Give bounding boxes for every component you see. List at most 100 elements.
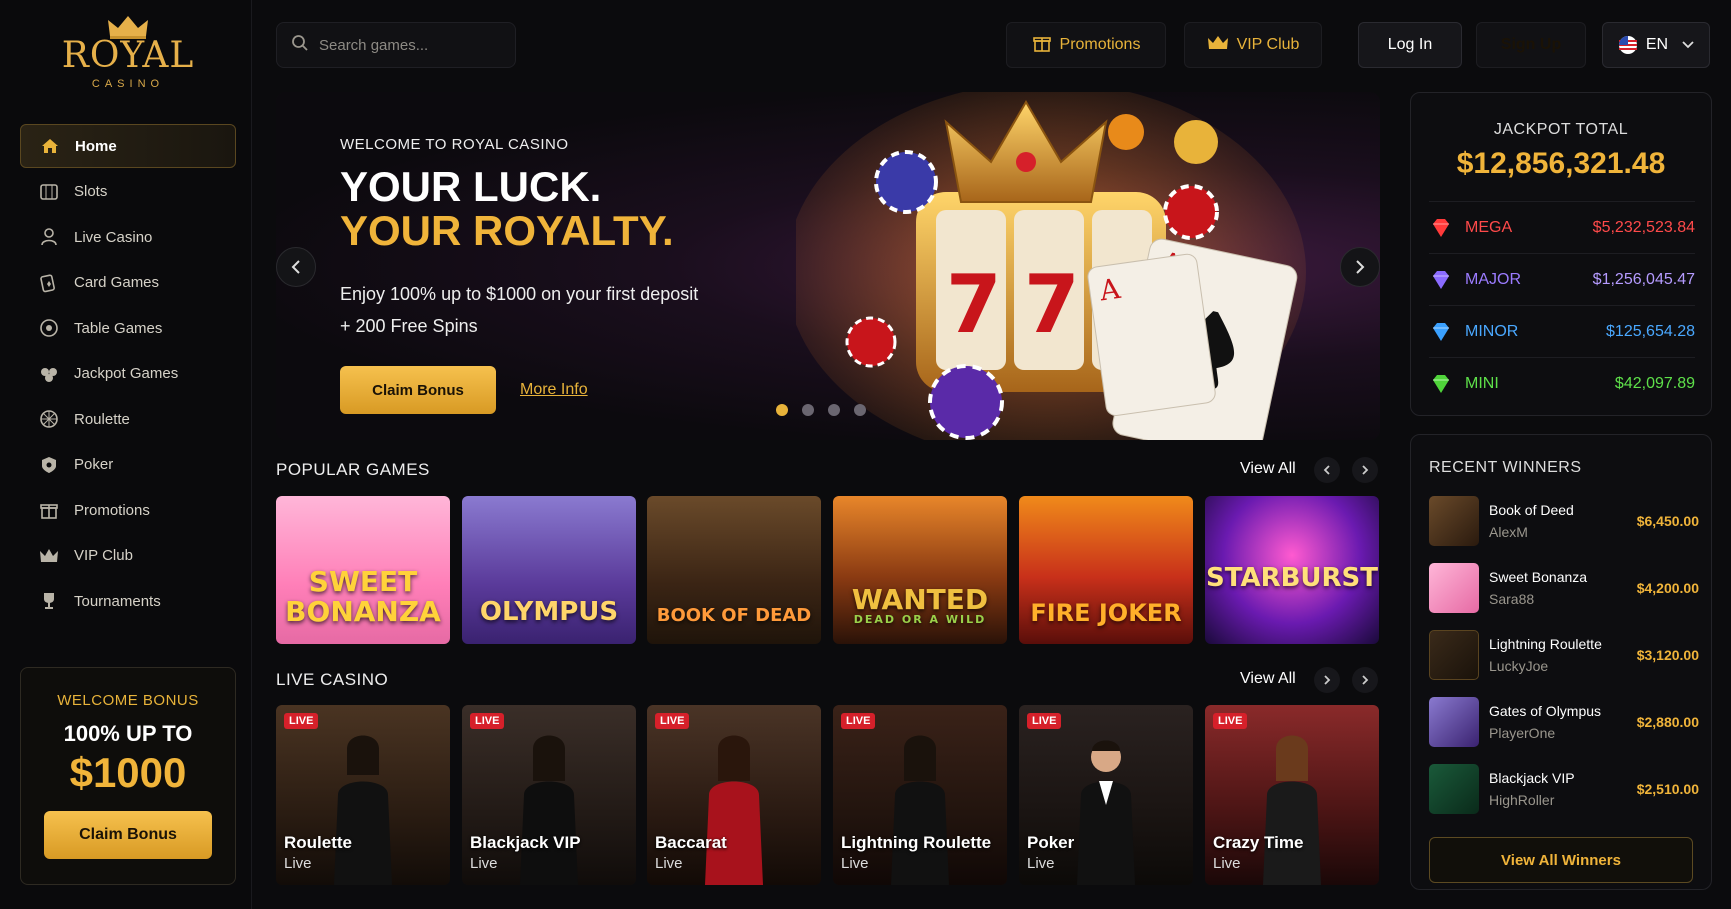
signup-button[interactable]: Sign Up xyxy=(1476,22,1586,68)
dealer-image xyxy=(891,735,949,885)
live-tile-blackjack-vip[interactable]: LIVE Blackjack VIP Live xyxy=(462,705,636,885)
popular-prev-button[interactable] xyxy=(1314,457,1340,483)
slide-dot[interactable] xyxy=(776,404,788,416)
dealer-image xyxy=(1077,740,1135,885)
crown-icon xyxy=(1207,34,1229,57)
game-tile-book-of-dead[interactable]: BOOK OF DEAD xyxy=(647,496,821,644)
live-game-status: Live xyxy=(1213,855,1241,872)
sidebar-item-promotions[interactable]: Promotions xyxy=(20,488,236,532)
live-game-status: Live xyxy=(841,855,869,872)
sidebar-item-poker[interactable]: Poker xyxy=(20,443,236,487)
winner-amount: $6,450.00 xyxy=(1636,513,1699,529)
sidebar-item-live-casino[interactable]: Live Casino xyxy=(20,215,236,259)
sidebar-item-label: Card Games xyxy=(74,274,160,291)
sidebar-item-label: Tournaments xyxy=(74,592,161,610)
view-all-winners-button[interactable]: View All Winners xyxy=(1429,837,1693,883)
sidebar-item-table-games[interactable]: Table Games xyxy=(20,306,236,350)
game-tile-olympus[interactable]: OLYMPUS xyxy=(462,496,636,644)
logo-sub: CASINO xyxy=(91,78,165,90)
hero-next-button[interactable] xyxy=(1340,247,1380,287)
hero-banner: 7 7 7 A A WELCOME TO ROYAL CASINO YOUR L… xyxy=(276,92,1380,440)
chevron-right-icon xyxy=(1324,675,1331,685)
live-badge: LIVE xyxy=(655,713,690,729)
chevron-right-icon xyxy=(1362,675,1369,685)
game-thumbnail xyxy=(1429,563,1479,613)
game-tile-wanted[interactable]: WANTED DEAD OR A WILD xyxy=(833,496,1007,644)
jackpot-label: JACKPOT TOTAL xyxy=(1493,121,1629,138)
winner-row[interactable]: Sweet Bonanza Sara88 $4,200.00 xyxy=(1429,562,1699,614)
winner-user: LuckyJoe xyxy=(1489,658,1549,674)
sidebar-item-tournaments[interactable]: Tournaments xyxy=(20,579,236,623)
winner-amount: $2,510.00 xyxy=(1636,781,1699,797)
green-gem-icon xyxy=(1433,374,1449,393)
sidebar-item-label: Home xyxy=(75,137,117,155)
tier-name: MINOR xyxy=(1465,322,1519,340)
chevron-right-icon xyxy=(1362,465,1369,475)
promotions-button[interactable]: Promotions xyxy=(1006,22,1166,68)
game-title: OLYMPUS xyxy=(479,596,619,627)
live-tile-lightning-roulette[interactable]: LIVE Lightning Roulette Live xyxy=(833,705,1007,885)
blue-gem-icon xyxy=(1433,322,1449,341)
live-next-button[interactable] xyxy=(1352,667,1378,693)
game-title-main: WANTED xyxy=(851,583,989,617)
hero-claim-bonus-button[interactable]: Claim Bonus xyxy=(340,366,496,414)
sidebar-nav: Home Slots Live Casino Card Games Table … xyxy=(20,124,236,625)
winner-row[interactable]: Blackjack VIP HighRoller $2,510.00 xyxy=(1429,763,1699,815)
winner-user: HighRoller xyxy=(1489,792,1555,808)
game-thumbnail xyxy=(1429,496,1479,546)
jackpot-tier-mega: MEGA $5,232,523.84 xyxy=(1429,201,1695,253)
sidebar-item-label: Slots xyxy=(74,183,108,200)
winner-row[interactable]: Gates of Olympus PlayerOne $2,880.00 xyxy=(1429,696,1699,748)
hero-more-info-link[interactable]: More Info xyxy=(520,381,588,399)
slide-dot[interactable] xyxy=(828,404,840,416)
live-game-status: Live xyxy=(655,855,683,872)
red-gem-icon xyxy=(1433,218,1449,237)
live-tile-poker[interactable]: LIVE Poker Live xyxy=(1019,705,1193,885)
hero-prev-button[interactable] xyxy=(276,247,316,287)
game-tile-sweet-bonanza[interactable]: SWEET BONANZA xyxy=(276,496,450,644)
language-selector[interactable]: EN xyxy=(1602,22,1710,68)
live-tile-roulette[interactable]: LIVE Roulette Live xyxy=(276,705,450,885)
sidebar-item-slots[interactable]: Slots xyxy=(20,170,236,214)
slide-dot[interactable] xyxy=(854,404,866,416)
sidebar-item-roulette[interactable]: Roulette xyxy=(20,397,236,441)
popular-next-button[interactable] xyxy=(1352,457,1378,483)
chevron-left-icon xyxy=(1323,465,1330,475)
sidebar-item-home[interactable]: Home xyxy=(20,124,236,168)
language-label: EN xyxy=(1645,36,1669,53)
live-tile-baccarat[interactable]: LIVE Baccarat Live xyxy=(647,705,821,885)
winner-user: PlayerOne xyxy=(1489,725,1556,741)
live-game-name: Lightning Roulette xyxy=(841,833,992,852)
live-prev-button[interactable] xyxy=(1314,667,1340,693)
search-input[interactable]: Search games... xyxy=(276,22,516,68)
logo-brand: ROYAL xyxy=(61,35,195,76)
game-tile-starburst[interactable]: STARBURST xyxy=(1205,496,1379,644)
winner-row[interactable]: Book of Deed AlexM $6,450.00 xyxy=(1429,495,1699,547)
live-view-all-link[interactable]: View All xyxy=(1240,670,1296,688)
winner-game: Sweet Bonanza xyxy=(1489,569,1588,585)
winner-info: Sweet Bonanza Sara88 xyxy=(1489,569,1637,607)
live-tile-crazy-time[interactable]: LIVE Crazy Time Live xyxy=(1205,705,1379,885)
sidebar-claim-bonus-button[interactable]: Claim Bonus xyxy=(44,811,212,859)
game-title: WANTED DEAD OR A WILD xyxy=(852,585,988,626)
winner-row[interactable]: Lightning Roulette LuckyJoe $3,120.00 xyxy=(1429,629,1699,681)
winner-game: Book of Deed xyxy=(1489,502,1574,518)
chevron-down-icon xyxy=(1682,41,1694,49)
hero-desc-line-2: + 200 Free Spins xyxy=(340,316,478,336)
live-casino-icon xyxy=(38,226,60,248)
live-game-name: Blackjack VIP xyxy=(470,833,581,852)
game-tile-fire-joker[interactable]: FIRE JOKER xyxy=(1019,496,1193,644)
slide-dot[interactable] xyxy=(802,404,814,416)
royal-casino-logo[interactable]: ROYAL CASINO xyxy=(40,14,216,90)
sidebar-item-vip-club[interactable]: VIP Club xyxy=(20,534,236,578)
login-button[interactable]: Log In xyxy=(1358,22,1462,68)
winner-info: Blackjack VIP HighRoller xyxy=(1489,770,1637,808)
sidebar-item-card-games[interactable]: Card Games xyxy=(20,261,236,305)
sidebar-item-jackpot-games[interactable]: Jackpot Games xyxy=(20,352,236,396)
slot-machine-illustration: 7 7 7 A A xyxy=(796,92,1306,440)
live-badge: LIVE xyxy=(284,713,319,729)
vip-club-button[interactable]: VIP Club xyxy=(1184,22,1322,68)
tier-value: $5,232,523.84 xyxy=(1592,218,1695,236)
live-casino-title: LIVE CASINO xyxy=(276,670,389,689)
popular-view-all-link[interactable]: View All xyxy=(1240,460,1296,478)
